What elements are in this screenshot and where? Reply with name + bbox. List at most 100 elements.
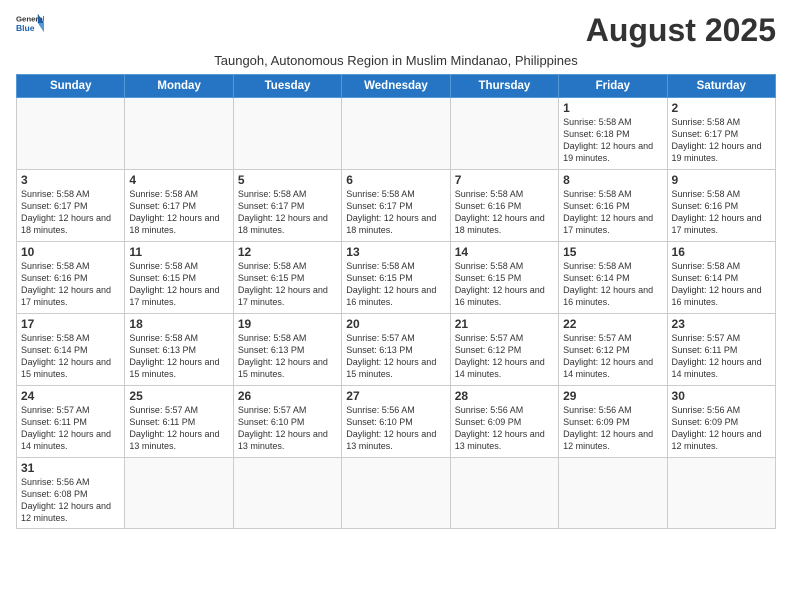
day-number: 26 <box>238 389 337 403</box>
day-info: Sunrise: 5:58 AM Sunset: 6:15 PM Dayligh… <box>238 260 337 309</box>
day-number: 27 <box>346 389 445 403</box>
day-cell: 15Sunrise: 5:58 AM Sunset: 6:14 PM Dayli… <box>559 242 667 314</box>
day-header-tuesday: Tuesday <box>233 75 341 98</box>
week-row-1: 1Sunrise: 5:58 AM Sunset: 6:18 PM Daylig… <box>17 98 776 170</box>
day-info: Sunrise: 5:58 AM Sunset: 6:13 PM Dayligh… <box>238 332 337 381</box>
day-number: 31 <box>21 461 120 475</box>
week-row-5: 24Sunrise: 5:57 AM Sunset: 6:11 PM Dayli… <box>17 386 776 458</box>
day-number: 30 <box>672 389 771 403</box>
day-cell: 12Sunrise: 5:58 AM Sunset: 6:15 PM Dayli… <box>233 242 341 314</box>
day-cell: 13Sunrise: 5:58 AM Sunset: 6:15 PM Dayli… <box>342 242 450 314</box>
day-cell <box>342 458 450 529</box>
day-cell: 29Sunrise: 5:56 AM Sunset: 6:09 PM Dayli… <box>559 386 667 458</box>
day-header-wednesday: Wednesday <box>342 75 450 98</box>
day-number: 28 <box>455 389 554 403</box>
day-cell <box>125 458 233 529</box>
day-cell: 31Sunrise: 5:56 AM Sunset: 6:08 PM Dayli… <box>17 458 125 529</box>
calendar-table: SundayMondayTuesdayWednesdayThursdayFrid… <box>16 74 776 529</box>
day-info: Sunrise: 5:56 AM Sunset: 6:10 PM Dayligh… <box>346 404 445 453</box>
svg-text:Blue: Blue <box>16 23 35 33</box>
day-number: 13 <box>346 245 445 259</box>
day-number: 19 <box>238 317 337 331</box>
day-number: 21 <box>455 317 554 331</box>
day-cell: 25Sunrise: 5:57 AM Sunset: 6:11 PM Dayli… <box>125 386 233 458</box>
day-header-sunday: Sunday <box>17 75 125 98</box>
day-info: Sunrise: 5:58 AM Sunset: 6:13 PM Dayligh… <box>129 332 228 381</box>
day-number: 25 <box>129 389 228 403</box>
day-number: 14 <box>455 245 554 259</box>
day-number: 12 <box>238 245 337 259</box>
day-info: Sunrise: 5:58 AM Sunset: 6:15 PM Dayligh… <box>455 260 554 309</box>
day-cell <box>342 98 450 170</box>
day-cell: 7Sunrise: 5:58 AM Sunset: 6:16 PM Daylig… <box>450 170 558 242</box>
day-info: Sunrise: 5:58 AM Sunset: 6:14 PM Dayligh… <box>563 260 662 309</box>
day-number: 24 <box>21 389 120 403</box>
logo-icon: General Blue <box>16 12 44 34</box>
day-cell: 26Sunrise: 5:57 AM Sunset: 6:10 PM Dayli… <box>233 386 341 458</box>
week-row-2: 3Sunrise: 5:58 AM Sunset: 6:17 PM Daylig… <box>17 170 776 242</box>
day-info: Sunrise: 5:57 AM Sunset: 6:10 PM Dayligh… <box>238 404 337 453</box>
week-row-3: 10Sunrise: 5:58 AM Sunset: 6:16 PM Dayli… <box>17 242 776 314</box>
day-number: 1 <box>563 101 662 115</box>
day-cell: 30Sunrise: 5:56 AM Sunset: 6:09 PM Dayli… <box>667 386 775 458</box>
day-info: Sunrise: 5:58 AM Sunset: 6:17 PM Dayligh… <box>129 188 228 237</box>
day-cell: 24Sunrise: 5:57 AM Sunset: 6:11 PM Dayli… <box>17 386 125 458</box>
day-cell: 9Sunrise: 5:58 AM Sunset: 6:16 PM Daylig… <box>667 170 775 242</box>
day-number: 4 <box>129 173 228 187</box>
day-info: Sunrise: 5:58 AM Sunset: 6:17 PM Dayligh… <box>238 188 337 237</box>
day-number: 11 <box>129 245 228 259</box>
day-info: Sunrise: 5:58 AM Sunset: 6:17 PM Dayligh… <box>346 188 445 237</box>
day-cell: 6Sunrise: 5:58 AM Sunset: 6:17 PM Daylig… <box>342 170 450 242</box>
day-cell <box>450 98 558 170</box>
day-number: 18 <box>129 317 228 331</box>
day-info: Sunrise: 5:56 AM Sunset: 6:09 PM Dayligh… <box>672 404 771 453</box>
calendar-page: General Blue August 2025 Taungoh, Autono… <box>0 0 792 537</box>
day-info: Sunrise: 5:57 AM Sunset: 6:11 PM Dayligh… <box>21 404 120 453</box>
day-cell: 11Sunrise: 5:58 AM Sunset: 6:15 PM Dayli… <box>125 242 233 314</box>
day-cell <box>450 458 558 529</box>
day-number: 22 <box>563 317 662 331</box>
subtitle: Taungoh, Autonomous Region in Muslim Min… <box>16 53 776 68</box>
day-info: Sunrise: 5:58 AM Sunset: 6:16 PM Dayligh… <box>21 260 120 309</box>
day-info: Sunrise: 5:58 AM Sunset: 6:14 PM Dayligh… <box>21 332 120 381</box>
day-cell: 8Sunrise: 5:58 AM Sunset: 6:16 PM Daylig… <box>559 170 667 242</box>
day-number: 20 <box>346 317 445 331</box>
day-cell: 2Sunrise: 5:58 AM Sunset: 6:17 PM Daylig… <box>667 98 775 170</box>
week-row-6: 31Sunrise: 5:56 AM Sunset: 6:08 PM Dayli… <box>17 458 776 529</box>
day-cell: 27Sunrise: 5:56 AM Sunset: 6:10 PM Dayli… <box>342 386 450 458</box>
day-cell: 10Sunrise: 5:58 AM Sunset: 6:16 PM Dayli… <box>17 242 125 314</box>
month-title: August 2025 <box>586 12 776 49</box>
day-cell: 4Sunrise: 5:58 AM Sunset: 6:17 PM Daylig… <box>125 170 233 242</box>
day-cell: 20Sunrise: 5:57 AM Sunset: 6:13 PM Dayli… <box>342 314 450 386</box>
day-cell <box>17 98 125 170</box>
day-number: 15 <box>563 245 662 259</box>
day-cell: 18Sunrise: 5:58 AM Sunset: 6:13 PM Dayli… <box>125 314 233 386</box>
day-cell: 17Sunrise: 5:58 AM Sunset: 6:14 PM Dayli… <box>17 314 125 386</box>
day-cell <box>559 458 667 529</box>
day-cell <box>125 98 233 170</box>
day-info: Sunrise: 5:57 AM Sunset: 6:12 PM Dayligh… <box>455 332 554 381</box>
day-info: Sunrise: 5:58 AM Sunset: 6:16 PM Dayligh… <box>672 188 771 237</box>
day-number: 2 <box>672 101 771 115</box>
day-info: Sunrise: 5:58 AM Sunset: 6:15 PM Dayligh… <box>346 260 445 309</box>
week-row-4: 17Sunrise: 5:58 AM Sunset: 6:14 PM Dayli… <box>17 314 776 386</box>
day-header-thursday: Thursday <box>450 75 558 98</box>
day-info: Sunrise: 5:56 AM Sunset: 6:09 PM Dayligh… <box>563 404 662 453</box>
day-number: 16 <box>672 245 771 259</box>
day-info: Sunrise: 5:58 AM Sunset: 6:16 PM Dayligh… <box>455 188 554 237</box>
day-info: Sunrise: 5:56 AM Sunset: 6:08 PM Dayligh… <box>21 476 120 525</box>
day-info: Sunrise: 5:58 AM Sunset: 6:15 PM Dayligh… <box>129 260 228 309</box>
day-cell <box>667 458 775 529</box>
day-info: Sunrise: 5:58 AM Sunset: 6:17 PM Dayligh… <box>21 188 120 237</box>
day-cell <box>233 98 341 170</box>
day-number: 29 <box>563 389 662 403</box>
day-header-monday: Monday <box>125 75 233 98</box>
logo: General Blue <box>16 12 44 34</box>
day-number: 23 <box>672 317 771 331</box>
day-info: Sunrise: 5:58 AM Sunset: 6:14 PM Dayligh… <box>672 260 771 309</box>
day-cell: 14Sunrise: 5:58 AM Sunset: 6:15 PM Dayli… <box>450 242 558 314</box>
day-number: 7 <box>455 173 554 187</box>
day-number: 6 <box>346 173 445 187</box>
day-info: Sunrise: 5:57 AM Sunset: 6:12 PM Dayligh… <box>563 332 662 381</box>
day-cell: 3Sunrise: 5:58 AM Sunset: 6:17 PM Daylig… <box>17 170 125 242</box>
